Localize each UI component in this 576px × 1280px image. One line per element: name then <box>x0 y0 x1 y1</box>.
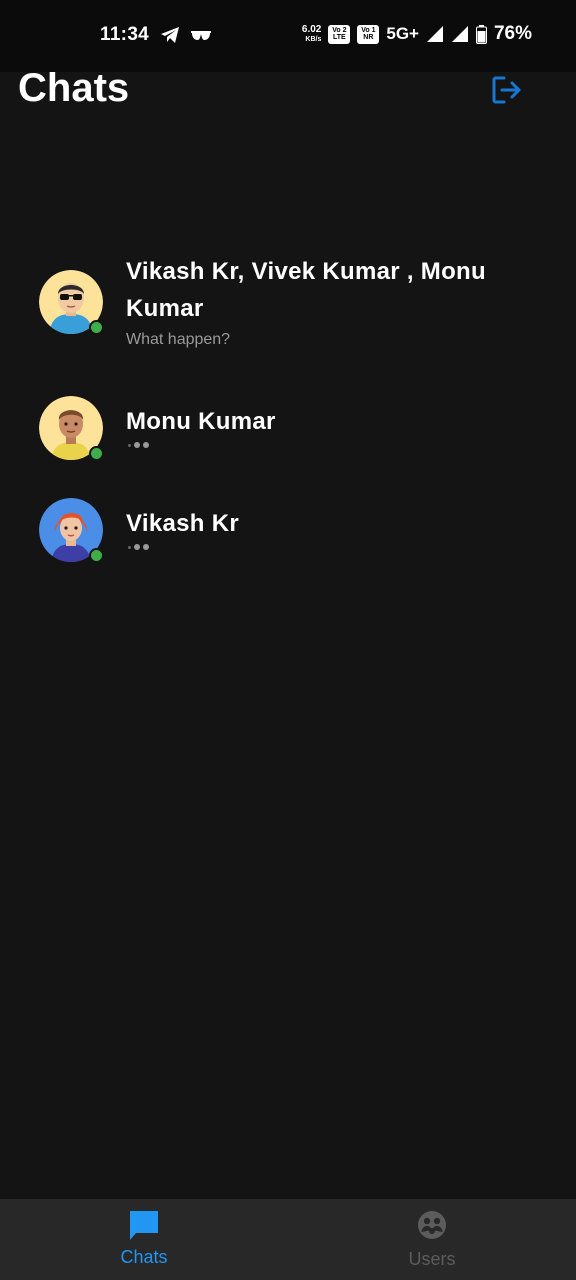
chat-name: Monu Kumar <box>126 408 276 435</box>
chat-name: Vikash Kr <box>126 510 239 537</box>
chat-bubble-icon <box>130 1211 158 1240</box>
tab-chats-label: Chats <box>120 1247 168 1267</box>
typing-indicator <box>128 442 149 448</box>
tab-chats[interactable]: Chats <box>0 1199 288 1280</box>
signal-icon-2 <box>451 26 468 42</box>
sim2-badge-num: 1 <box>371 26 376 34</box>
battery-percent: 76% <box>493 23 532 44</box>
signal-icon <box>426 26 443 42</box>
sim1-badge-top: Vo <box>332 26 341 34</box>
chat-list-item[interactable]: Monu Kumar <box>0 386 576 470</box>
net-speed-value: 6.02 <box>301 24 322 35</box>
net-speed: 6.02 KB/s <box>301 24 322 44</box>
status-time: 11:34 <box>100 24 150 45</box>
online-indicator <box>89 548 104 563</box>
net-speed-unit: KB/s <box>305 36 322 43</box>
avatar-container <box>39 396 104 461</box>
chat-list-item[interactable]: Vikash Kr, Vivek Kumar , Monu Kumar What… <box>0 250 576 360</box>
online-indicator <box>89 320 104 335</box>
last-message: What happen? <box>126 331 231 348</box>
status-system-icons: 6.02 KB/s Vo 2 LTE Vo 1 NR 5G+ 76% <box>302 23 532 45</box>
screen: 11:34 6.02 KB/s Vo 2 LTE Vo 1 NR 5G+ 76%… <box>0 0 576 1280</box>
sim1-badge-bottom: LTE <box>333 34 346 41</box>
bottom-navigation: Chats Users <box>0 1199 576 1280</box>
status-notification-icons <box>160 26 212 44</box>
logout-icon <box>492 76 521 104</box>
chat-name: Vikash Kr, Vivek Kumar , Monu Kumar <box>126 258 486 322</box>
status-bar: 11:34 6.02 KB/s Vo 2 LTE Vo 1 NR 5G+ 76% <box>0 0 576 72</box>
users-icon <box>418 1211 446 1239</box>
online-indicator <box>89 446 104 461</box>
typing-indicator <box>128 544 149 550</box>
avatar-container <box>39 270 104 335</box>
network-type: 5G+ <box>386 24 419 43</box>
avatar-container <box>39 498 104 563</box>
sim2-badge-top: Vo <box>361 26 370 34</box>
tab-users-label: Users <box>408 1249 456 1269</box>
telegram-icon <box>161 27 179 43</box>
chat-list-item[interactable]: Vikash Kr <box>0 488 576 572</box>
sim1-volte-badge: Vo 2 LTE <box>328 24 351 44</box>
sim1-badge-num: 2 <box>342 26 347 34</box>
sim2-volte-badge: Vo 1 NR <box>357 24 380 44</box>
sim2-badge-bottom: NR <box>363 34 374 41</box>
page-title: Chats <box>18 66 130 110</box>
tab-users[interactable]: Users <box>288 1199 576 1280</box>
logout-button[interactable] <box>490 74 524 106</box>
sunglasses-icon <box>191 31 211 40</box>
battery-icon <box>475 24 487 44</box>
